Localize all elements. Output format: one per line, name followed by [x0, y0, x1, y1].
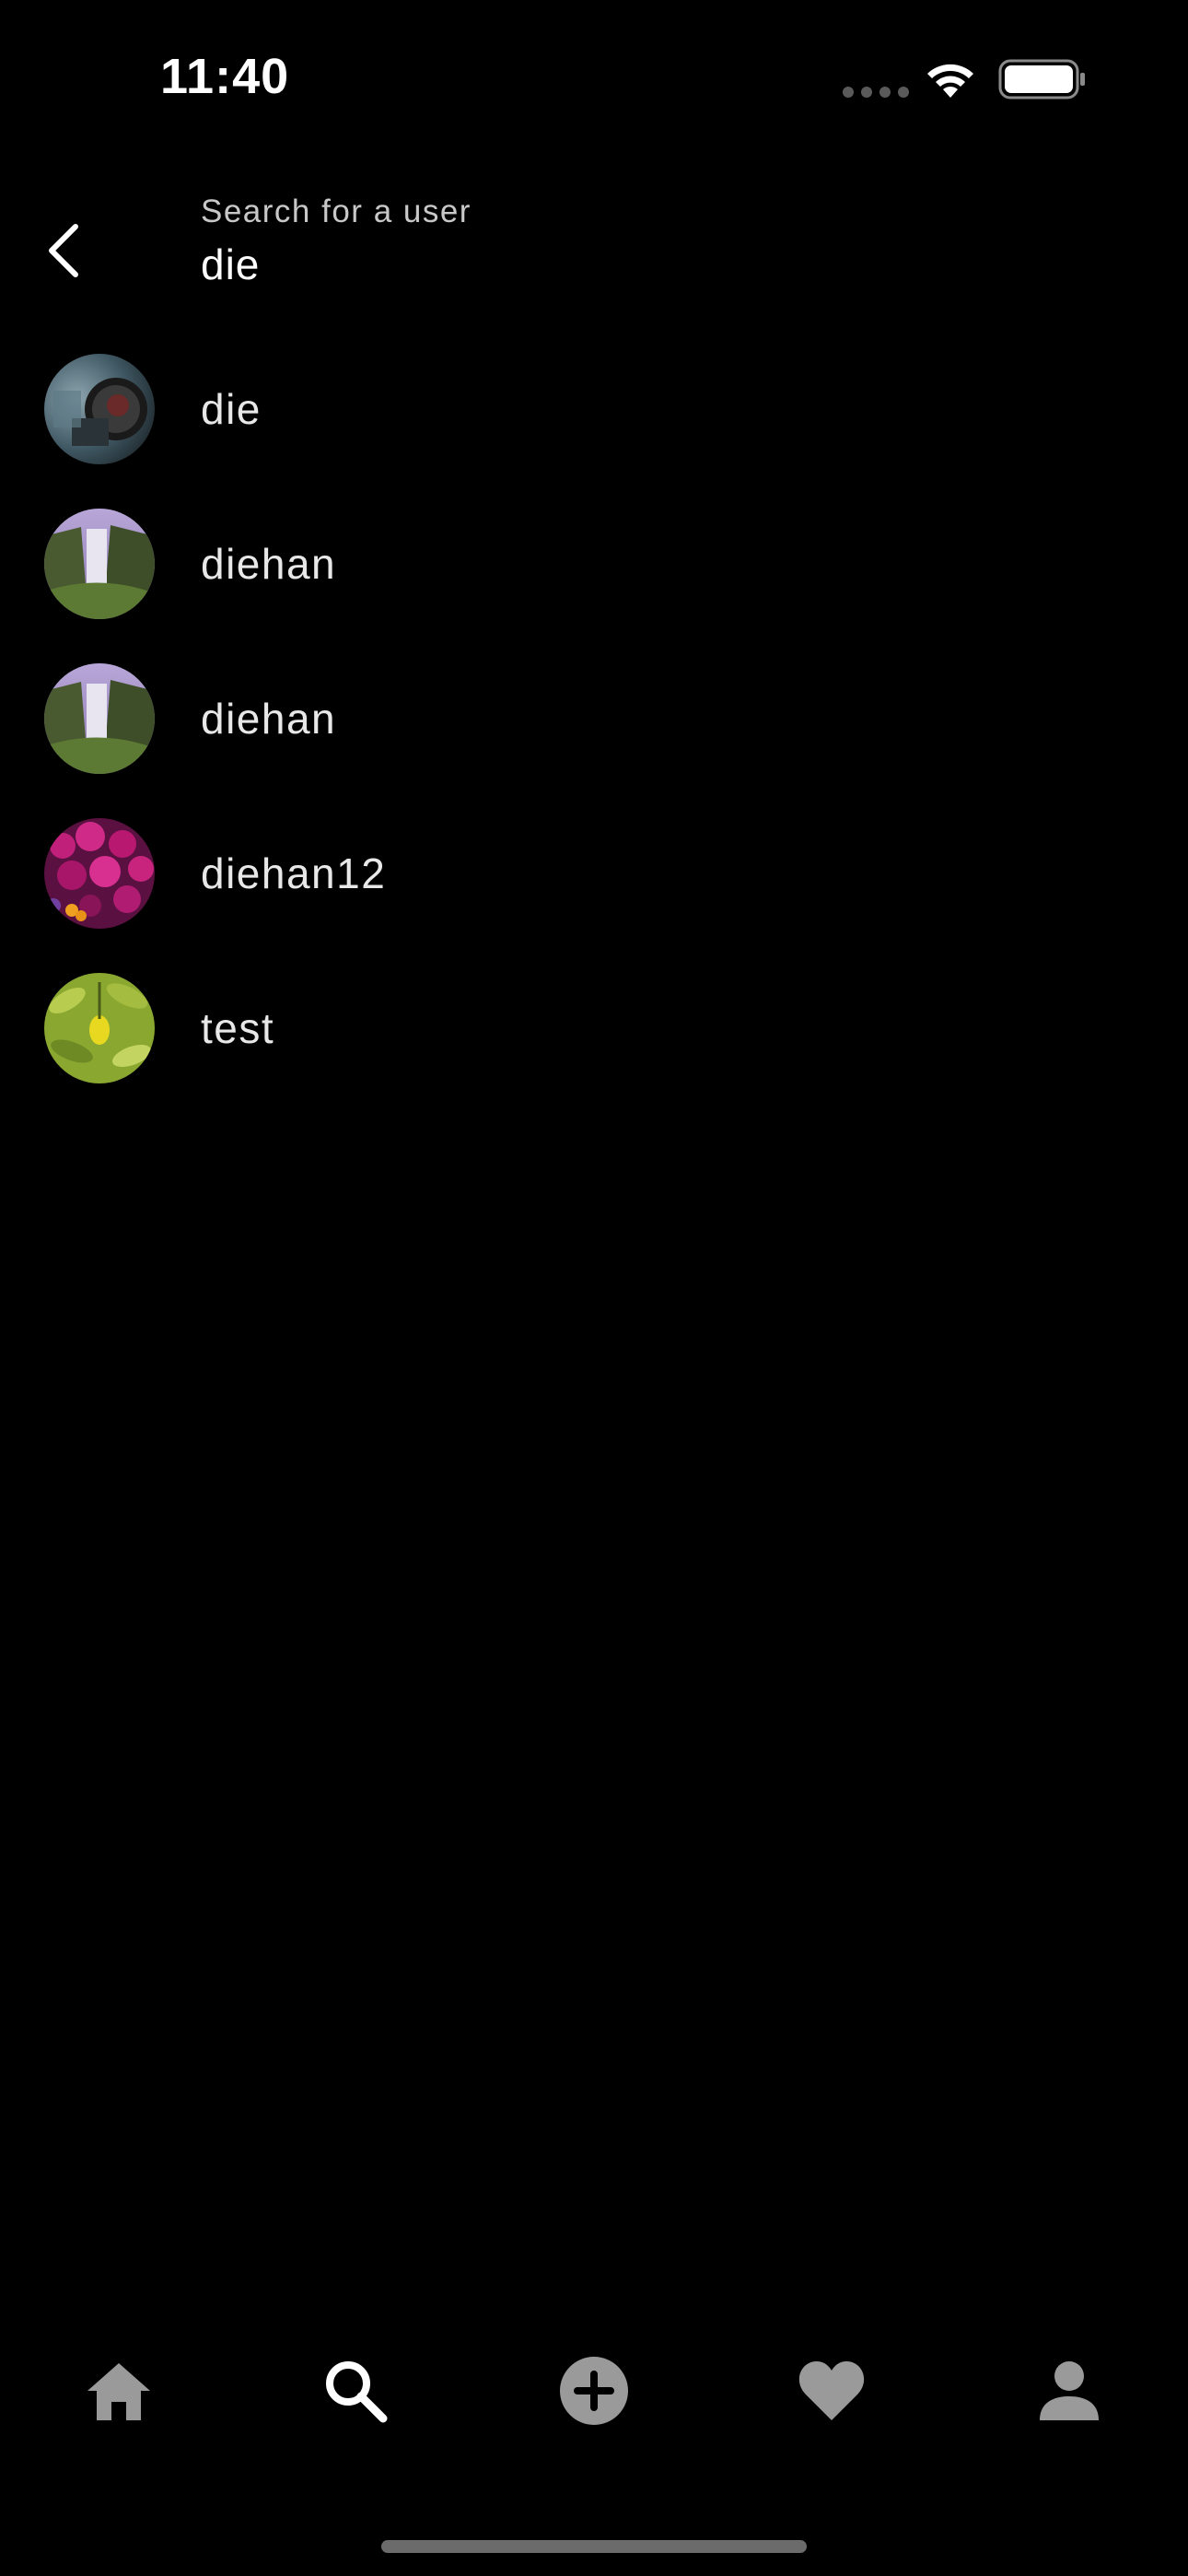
- result-username: diehan: [201, 695, 337, 743]
- user-results-list: die diehan diehan diehan12 test: [0, 332, 1188, 1106]
- search-input-value[interactable]: die: [201, 240, 260, 289]
- avatar: [44, 973, 155, 1083]
- result-username: diehan12: [201, 849, 387, 897]
- add-post-icon: [560, 2357, 628, 2425]
- nav-profile[interactable]: [1005, 2331, 1134, 2451]
- home-icon: [87, 2363, 150, 2420]
- back-button[interactable]: [28, 206, 98, 295]
- battery-icon: [998, 59, 1085, 100]
- result-username: diehan: [201, 540, 337, 588]
- user-result-item[interactable]: diehan: [0, 486, 1188, 641]
- heart-icon: [798, 2361, 865, 2420]
- bottom-navigation: [0, 2331, 1188, 2451]
- chevron-left-icon: [49, 224, 78, 277]
- result-username: die: [201, 385, 262, 433]
- magenta-flowers-photo: [44, 818, 155, 929]
- lemon-tree-photo: [44, 973, 155, 1083]
- avatar: [44, 663, 155, 774]
- profile-icon: [1040, 2361, 1099, 2420]
- robot-machine-photo: [44, 354, 155, 464]
- user-result-item[interactable]: test: [0, 951, 1188, 1106]
- nav-search[interactable]: [291, 2331, 420, 2451]
- status-time: 11:40: [160, 49, 290, 104]
- cellular-signal-icon: [843, 87, 909, 98]
- user-result-item[interactable]: die: [0, 332, 1188, 486]
- avatar: [44, 509, 155, 619]
- search-header: Search for a user die: [0, 175, 1188, 313]
- result-username: test: [201, 1004, 275, 1052]
- search-input-label: Search for a user: [201, 193, 472, 229]
- nav-home[interactable]: [54, 2331, 183, 2451]
- search-icon: [326, 2361, 388, 2423]
- avatar: [44, 354, 155, 464]
- search-input[interactable]: Search for a user die: [201, 193, 1140, 304]
- home-indicator[interactable]: [381, 2540, 807, 2553]
- status-bar: 11:40: [0, 0, 1188, 157]
- waterfall-photo: [44, 663, 155, 774]
- wifi-icon: [927, 64, 973, 98]
- user-result-item[interactable]: diehan: [0, 641, 1188, 796]
- user-result-item[interactable]: diehan12: [0, 796, 1188, 951]
- nav-add-post[interactable]: [530, 2331, 658, 2451]
- avatar: [44, 818, 155, 929]
- nav-activity[interactable]: [767, 2331, 896, 2451]
- waterfall-photo: [44, 509, 155, 619]
